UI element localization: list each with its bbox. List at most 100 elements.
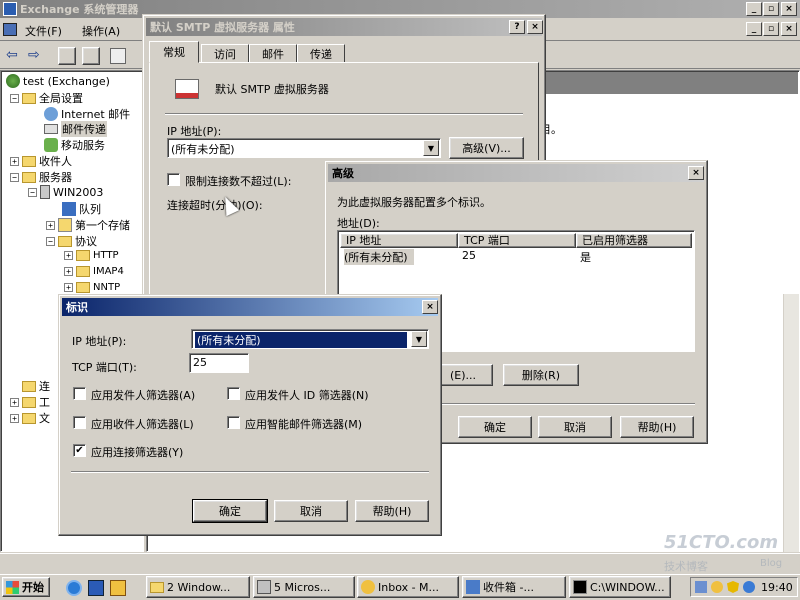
identification-title: 标识: [66, 301, 88, 314]
sender-id-filter-label: 应用发件人 ID 筛选器(N): [245, 389, 369, 402]
smtp-properties-titlebar: 默认 SMTP 虚拟服务器 属性 ? ×: [146, 18, 543, 36]
tree-tools[interactable]: + 工: [10, 394, 50, 410]
tray-update-icon[interactable]: [743, 581, 755, 593]
recipient-filter-label: 应用收件人筛选器(L): [91, 418, 194, 431]
menu-file[interactable]: 文件(F): [25, 23, 62, 39]
tree-http[interactable]: + HTTP: [64, 250, 119, 261]
expand-icon[interactable]: +: [46, 220, 55, 230]
quicklaunch-icon[interactable]: [110, 580, 126, 596]
taskbar-item-cmd[interactable]: C:\WINDOW...: [569, 576, 671, 598]
tree-mail-transfer[interactable]: 邮件传递: [44, 121, 107, 137]
system-tray: 19:40: [690, 577, 798, 597]
tree-queue[interactable]: 队列: [62, 201, 101, 217]
tree-protocols[interactable]: − 协议: [46, 233, 97, 249]
tab-messages[interactable]: 邮件: [249, 44, 297, 63]
tree-recipients[interactable]: + 收件人: [10, 153, 72, 169]
tree-folders[interactable]: + 文: [10, 410, 50, 426]
advanced-help-button[interactable]: 帮助(H): [620, 416, 694, 438]
ident-help-button[interactable]: 帮助(H): [355, 500, 429, 522]
folder-icon: [76, 266, 90, 277]
collapse-icon[interactable]: −: [10, 93, 19, 103]
ip-address-combo[interactable]: (所有未分配) ▼: [167, 138, 441, 158]
smart-filter-checkbox[interactable]: [227, 416, 240, 429]
props-close-button[interactable]: ×: [527, 20, 543, 34]
taskbar-item-microsoft[interactable]: 5 Micros...: [253, 576, 355, 598]
edit-button[interactable]: (E)...: [433, 364, 493, 386]
row-ip: (所有未分配): [344, 249, 414, 265]
menu-action[interactable]: 操作(A): [82, 23, 120, 39]
main-maximize-button[interactable]: ▫: [763, 2, 779, 16]
outlook-quicklaunch-icon[interactable]: [88, 580, 104, 596]
up-folder-icon[interactable]: [58, 47, 76, 65]
connection-filter-checkbox[interactable]: ✔: [73, 444, 86, 457]
collapse-icon[interactable]: −: [10, 172, 19, 182]
props-help-button[interactable]: ?: [509, 20, 525, 34]
expand-icon[interactable]: +: [10, 397, 19, 407]
ie-icon[interactable]: [66, 580, 82, 596]
expand-icon[interactable]: +: [10, 156, 19, 166]
expand-icon[interactable]: +: [64, 283, 73, 292]
ident-ip-combo[interactable]: (所有未分配) ▼: [191, 329, 429, 349]
sender-id-filter-checkbox[interactable]: [227, 387, 240, 400]
main-close-button[interactable]: ×: [781, 2, 797, 16]
limit-connections-checkbox[interactable]: [167, 173, 180, 186]
identification-close-button[interactable]: ×: [422, 300, 438, 314]
expand-icon[interactable]: +: [10, 413, 19, 423]
main-title: Exchange 系统管理器: [20, 3, 139, 16]
child-minimize-button[interactable]: _: [746, 22, 762, 36]
properties-icon[interactable]: [110, 48, 126, 64]
main-minimize-button[interactable]: _: [746, 2, 762, 16]
dropdown-arrow-icon[interactable]: ▼: [411, 331, 427, 347]
advanced-ok-button[interactable]: 确定: [458, 416, 532, 438]
ident-ok-button[interactable]: 确定: [192, 499, 268, 523]
child-restore-button[interactable]: ▫: [763, 22, 779, 36]
tree-imap4[interactable]: + IMAP4: [64, 266, 124, 277]
mail-folder-icon: [466, 580, 480, 594]
tray-security-icon[interactable]: [727, 581, 739, 593]
expand-icon[interactable]: +: [64, 267, 73, 276]
col-ip-address[interactable]: IP 地址: [340, 233, 458, 248]
expand-icon[interactable]: +: [64, 251, 73, 260]
recipient-filter-checkbox[interactable]: [73, 416, 86, 429]
back-arrow-icon[interactable]: ⇦: [6, 47, 18, 63]
advanced-cancel-button[interactable]: 取消: [538, 416, 612, 438]
start-button[interactable]: 开始: [2, 577, 50, 597]
tree-storage-group[interactable]: + 第一个存储: [46, 217, 130, 233]
advanced-button[interactable]: 高级(V)...: [449, 137, 524, 159]
tcp-port-input[interactable]: 25: [189, 353, 249, 373]
taskbar-item-windows[interactable]: 2 Window...: [146, 576, 250, 598]
table-row[interactable]: (所有未分配) 25 是: [340, 249, 692, 265]
col-filter-enabled[interactable]: 已启用筛选器: [576, 233, 692, 248]
ident-cancel-button[interactable]: 取消: [274, 500, 348, 522]
sender-filter-checkbox[interactable]: [73, 387, 86, 400]
tree-global-settings[interactable]: − 全局设置: [10, 90, 83, 106]
tray-speaker-icon[interactable]: [711, 581, 723, 593]
tree-nntp[interactable]: + NNTP: [64, 282, 120, 293]
folder-icon: [22, 412, 36, 424]
collapse-icon[interactable]: −: [46, 236, 55, 246]
dropdown-arrow-icon[interactable]: ▼: [423, 140, 439, 156]
collapse-icon[interactable]: −: [28, 187, 37, 197]
child-close-button[interactable]: ×: [781, 22, 797, 36]
tree-mobile-services[interactable]: 移动服务: [44, 137, 105, 153]
folder-icon: [22, 396, 36, 408]
tray-network-icon[interactable]: [695, 581, 707, 593]
tree-root[interactable]: test (Exchange): [6, 74, 110, 88]
tree-servers[interactable]: − 服务器: [10, 169, 72, 185]
column-headers: IP 地址 TCP 端口 已启用筛选器: [340, 233, 692, 248]
forward-arrow-icon[interactable]: ⇨: [28, 47, 40, 63]
detail-scrollbar[interactable]: [783, 294, 799, 552]
tree-internet-mail[interactable]: Internet 邮件: [44, 106, 130, 122]
taskbar-item-inbox[interactable]: Inbox - M...: [357, 576, 459, 598]
outlook-icon: [361, 580, 375, 594]
tab-general[interactable]: 常规: [149, 41, 199, 63]
tree-win2003[interactable]: − WIN2003: [28, 185, 103, 199]
show-tree-icon[interactable]: [82, 47, 100, 65]
delete-button[interactable]: 删除(R): [503, 364, 579, 386]
taskbar-item-mailbox[interactable]: 收件箱 -...: [462, 576, 566, 598]
advanced-close-button[interactable]: ×: [688, 166, 704, 180]
col-tcp-port[interactable]: TCP 端口: [458, 233, 576, 248]
tab-access[interactable]: 访问: [201, 44, 249, 63]
tab-delivery[interactable]: 传递: [297, 44, 345, 63]
tree-connectors[interactable]: +连: [10, 378, 50, 394]
